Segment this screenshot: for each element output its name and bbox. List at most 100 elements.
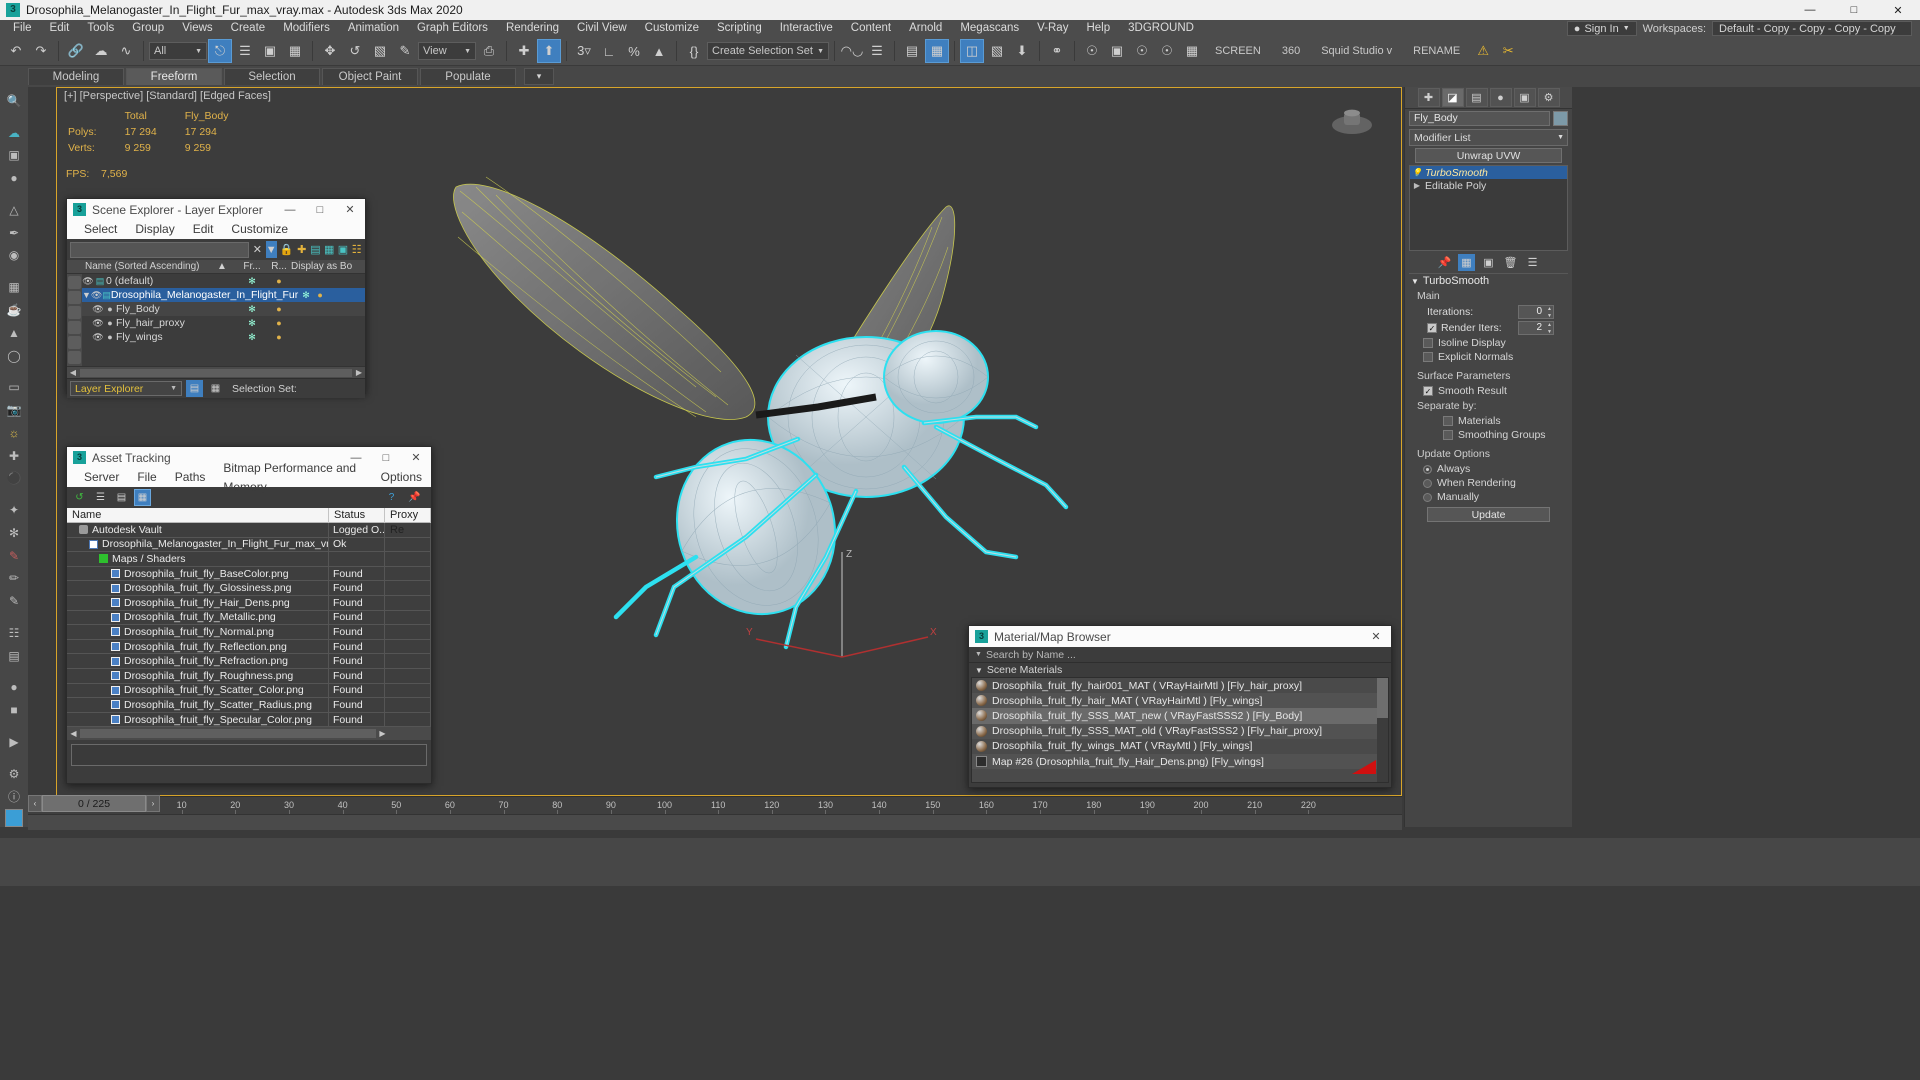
list-item[interactable]: Map #26 (Drosophila_fruit_fly_Hair_Dens.…	[972, 753, 1388, 770]
scroll-left-icon[interactable]: ◀	[67, 368, 79, 377]
modifier-stack-item-turbosmooth[interactable]: 💡 TurboSmooth	[1410, 166, 1567, 179]
menu-customize[interactable]: Customize	[636, 20, 708, 37]
filter-spacewarps-icon[interactable]	[68, 351, 81, 364]
filter-lights-icon[interactable]	[68, 306, 81, 319]
menu-create[interactable]: Create	[222, 20, 275, 37]
make-unique-icon[interactable]: ▣	[1480, 254, 1497, 271]
list-item[interactable]: Drosophila_fruit_fly_hair_MAT ( VRayHair…	[972, 693, 1388, 709]
spinner-arrows-icon[interactable]: ▲ ▼	[1544, 323, 1552, 335]
se-menu-customize[interactable]: Customize	[222, 220, 297, 239]
unlink-selection-icon[interactable]: ☁	[89, 39, 113, 63]
rename-label[interactable]: RENAME	[1403, 45, 1470, 57]
extended-primitive-icon[interactable]: ◉	[4, 246, 24, 266]
help-question-icon[interactable]: ?	[383, 489, 400, 506]
menu-scripting[interactable]: Scripting	[708, 20, 771, 37]
rectangle-icon[interactable]: ▭	[4, 377, 24, 397]
scene-explorer-window[interactable]: 3 Scene Explorer - Layer Explorer — □ ✕ …	[66, 198, 366, 398]
render-to-texture-icon[interactable]: ⬇	[1010, 39, 1034, 63]
view-cube[interactable]	[1322, 101, 1378, 145]
se-menu-display[interactable]: Display	[126, 220, 183, 239]
scene-explorer-row-fly-body[interactable]: 👁 ● Fly_Body ✻ ●	[82, 302, 365, 316]
sphere-primitive-icon[interactable]: ●	[4, 168, 24, 188]
material-list[interactable]: Drosophila_fruit_fly_hair001_MAT ( VRayH…	[971, 677, 1389, 783]
menu-edit[interactable]: Edit	[41, 20, 79, 37]
column-name[interactable]: Name (Sorted Ascending)	[67, 261, 207, 272]
remove-modifier-icon[interactable]: 🗑	[1502, 254, 1519, 271]
current-frame-field[interactable]: 0 / 225	[42, 795, 146, 812]
asset-tracking-window[interactable]: 3 Asset Tracking — □ ✕ Server File Paths…	[66, 446, 432, 784]
at-column-name[interactable]: Name	[67, 507, 329, 523]
ribbon-tab-object-paint[interactable]: Object Paint	[322, 68, 418, 85]
filter-helpers-icon[interactable]	[68, 336, 81, 349]
filter-geometry-icon[interactable]	[68, 276, 81, 289]
tab-create[interactable]: ✚	[1417, 88, 1440, 107]
freeze-icon[interactable]: ✻	[237, 318, 267, 329]
layer-sort-icon[interactable]: ☷	[351, 241, 362, 258]
filter-icon[interactable]: ▼	[265, 241, 277, 258]
nested-layers-icon[interactable]: ▣	[338, 241, 349, 258]
configure-modifier-sets-icon[interactable]: ☰	[1524, 254, 1541, 271]
spinner-arrows-icon[interactable]: ▲ ▼	[1544, 307, 1552, 319]
table-row[interactable]: Drosophila_Melanogaster_In_Flight_Fur_ma…	[67, 537, 431, 553]
asset-tracking-maximize[interactable]: □	[371, 447, 401, 468]
freeze-icon[interactable]: ✻	[237, 332, 267, 343]
scroll-right-icon[interactable]: ▶	[376, 729, 389, 738]
camera-icon[interactable]: 📷	[4, 400, 24, 420]
light-bulb-icon[interactable]: 💡	[1412, 168, 1422, 177]
scroll-thumb[interactable]	[80, 368, 352, 377]
ribbon-tab-populate[interactable]: Populate	[420, 68, 516, 85]
expand-panel-icon[interactable]: ▶	[4, 732, 24, 752]
scene-materials-section-header[interactable]: ▼ Scene Materials	[969, 663, 1391, 677]
menu-arnold[interactable]: Arnold	[900, 20, 951, 37]
table-row[interactable]: Drosophila_fruit_fly_Reflection.png Foun…	[67, 639, 431, 655]
se-menu-select[interactable]: Select	[75, 220, 126, 239]
asset-tracking-horizontal-scrollbar[interactable]: ◀ ▶	[67, 727, 431, 741]
ribbon-overflow-button[interactable]: ▾	[524, 68, 554, 85]
circle-icon[interactable]: ⚫	[4, 468, 24, 488]
lock-icon[interactable]: 🔒	[280, 241, 294, 258]
material-map-browser-window[interactable]: 3 Material/Map Browser ✕ ▼ Search by Nam…	[968, 625, 1392, 788]
workspace-selector[interactable]: Default - Copy - Copy - Copy - Copy	[1712, 21, 1912, 36]
schematic-view-icon[interactable]: ▧	[985, 39, 1009, 63]
undo-icon[interactable]: ↶	[4, 39, 28, 63]
layer-view-icon[interactable]: ▤	[186, 380, 203, 397]
scroll-thumb[interactable]	[1377, 678, 1388, 718]
render-icon[interactable]: ●	[267, 332, 291, 342]
scatter-icon[interactable]: ✻	[4, 523, 24, 543]
menu-content[interactable]: Content	[842, 20, 900, 37]
viewport-label[interactable]: [+] [Perspective] [Standard] [Edged Face…	[64, 90, 271, 102]
scene-explorer-row-default[interactable]: 👁 ▤ 0 (default) ✻ ●	[82, 274, 365, 288]
tab-utilities[interactable]: ⚙	[1537, 88, 1560, 107]
menu-interactive[interactable]: Interactive	[771, 20, 842, 37]
warning-icon[interactable]: ⚠	[1471, 39, 1495, 63]
render-icon[interactable]: ●	[314, 290, 327, 300]
scroll-thumb[interactable]	[80, 729, 376, 739]
reference-coordinate-combo[interactable]: View ▼	[418, 42, 476, 60]
at-menu-bitmap-performance[interactable]: Bitmap Performance and Memory	[214, 459, 371, 497]
box-primitive-icon[interactable]: ▣	[4, 146, 24, 166]
particle-view-icon[interactable]: ⚭	[1045, 39, 1069, 63]
hierarchy-view-icon[interactable]: ▦	[207, 380, 224, 397]
column-render[interactable]: R...	[267, 261, 291, 272]
visibility-eye-icon[interactable]: 👁	[92, 318, 104, 329]
menu-modifiers[interactable]: Modifiers	[274, 20, 339, 37]
material-browser-search-row[interactable]: ▼ Search by Name ...	[969, 647, 1391, 663]
at-column-status[interactable]: Status	[329, 507, 385, 523]
cone-icon[interactable]: ▲	[4, 323, 24, 343]
freeze-icon[interactable]: ✻	[298, 290, 314, 301]
create-selection-set-combo[interactable]: Create Selection Set ▼	[707, 42, 829, 60]
menu-graph-editors[interactable]: Graph Editors	[408, 20, 497, 37]
toggle-layer-explorer-icon[interactable]: ▦	[925, 39, 949, 63]
materials-checkbox[interactable]	[1443, 416, 1453, 426]
iterations-spinner[interactable]: 0 ▲ ▼	[1518, 305, 1554, 319]
spline-icon[interactable]: ✒	[4, 223, 24, 243]
select-and-rotate-icon[interactable]: ↺	[343, 39, 367, 63]
menu-help[interactable]: Help	[1077, 20, 1119, 37]
select-and-scale-icon[interactable]: ▧	[368, 39, 392, 63]
paint-icon[interactable]: ✏	[4, 569, 24, 589]
minimize-button[interactable]: —	[1788, 0, 1832, 20]
table-row[interactable]: Drosophila_fruit_fly_Roughness.png Found	[67, 668, 431, 684]
curve-editor-icon[interactable]: ◫	[960, 39, 984, 63]
expand-arrow-icon[interactable]: ▶	[1412, 181, 1422, 190]
table-row[interactable]: Drosophila_fruit_fly_Metallic.png Found	[67, 610, 431, 626]
